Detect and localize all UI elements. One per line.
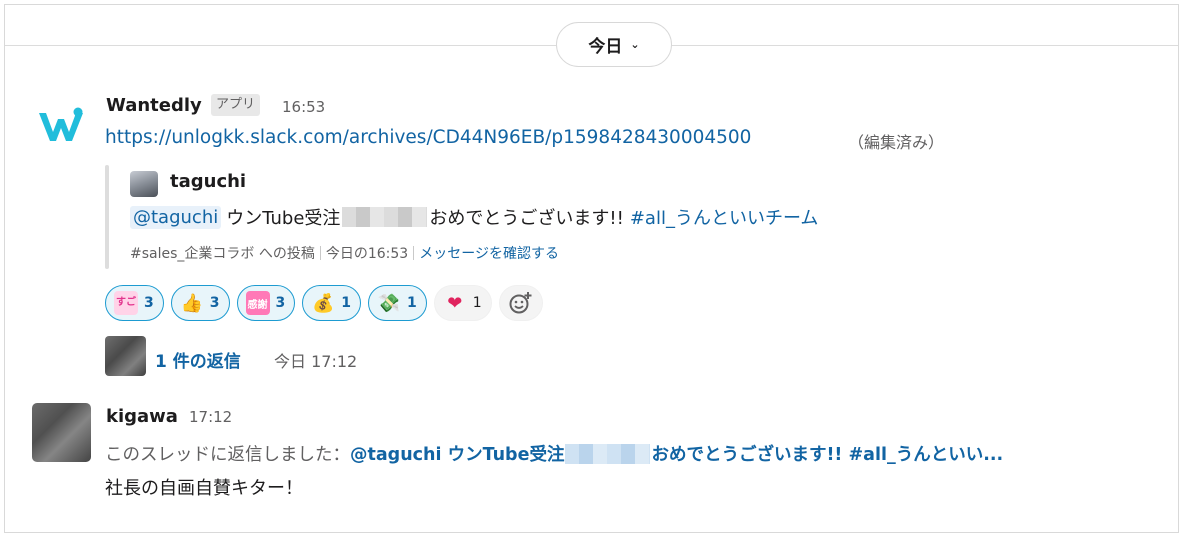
archive-link[interactable]: https://unlogkk.slack.com/archives/CD44N…	[105, 127, 751, 148]
date-label: 今日	[588, 37, 623, 57]
thread-broadcast-line: このスレッドに返信しました： @taguchi ウンTube受注 おめでとうござ…	[105, 441, 1003, 466]
mention-taguchi[interactable]: @taguchi	[130, 205, 222, 229]
quoted-parent-after[interactable]: おめでとうございます!! #all_うんといい...	[651, 441, 1003, 466]
message-timestamp[interactable]: 17:12	[189, 408, 232, 426]
reaction-heart[interactable]: ❤ 1	[433, 285, 492, 321]
redacted-text	[565, 443, 651, 464]
app-badge: アプリ	[211, 94, 261, 116]
footer-separator	[413, 246, 415, 260]
thread-reply-link[interactable]: 1 件の返信	[155, 347, 241, 372]
reaction-count: 1	[472, 295, 482, 311]
reaction-bar: すご 3 👍 3 感謝 3 💰 1 💸 1 ❤ 1	[105, 285, 543, 321]
attachment-author[interactable]: taguchi	[170, 171, 246, 192]
money-with-wings-icon: 💸	[377, 292, 401, 314]
attachment-text: @taguchi ウンTube受注 おめでとうございます!! #all_うんとい…	[130, 204, 818, 230]
reaction-count: 3	[144, 295, 154, 311]
reaction-count: 1	[341, 295, 351, 311]
reaction-count: 1	[407, 295, 417, 311]
quoted-parent-before[interactable]: @taguchi ウンTube受注	[350, 441, 564, 466]
reaction-thumbs-up[interactable]: 👍 3	[170, 285, 230, 321]
sender-name[interactable]: kigawa	[106, 406, 178, 427]
add-reaction-button[interactable]	[498, 285, 543, 321]
reaction-count: 3	[275, 295, 286, 311]
attachment-author-avatar	[130, 171, 158, 197]
thread-reply-time: 今日 17:12	[274, 352, 358, 371]
footer-channel[interactable]: #sales_企業コラボ への投稿	[130, 243, 315, 263]
attachment-text-before: ウンTube受注	[226, 208, 341, 229]
money-bag-icon: 💰	[312, 292, 335, 314]
avatar[interactable]	[32, 403, 91, 462]
reaction-money-bag[interactable]: 💰 1	[302, 285, 361, 321]
sugoi-emoji-icon: すご	[114, 291, 138, 315]
add-emoji-icon	[509, 292, 532, 314]
view-message-link[interactable]: メッセージを確認する	[419, 243, 559, 263]
reaction-count: 3	[209, 295, 220, 311]
footer-time[interactable]: 今日の16:53	[326, 243, 408, 263]
kansha-emoji-icon: 感謝	[245, 291, 270, 315]
attachment-bar	[105, 165, 109, 269]
reaction-kansha[interactable]: 感謝 3	[236, 285, 296, 321]
reaction-money-wings[interactable]: 💸 1	[368, 285, 427, 321]
reaction-sugoi[interactable]: すご 3	[105, 285, 164, 321]
message-body: 社長の自画自賛キター！	[105, 478, 303, 499]
thumbs-up-icon: 👍	[180, 292, 203, 314]
reply-prefix: このスレッドに返信しました：	[105, 445, 350, 465]
footer-separator	[319, 246, 321, 260]
message-pane: 今日 ⌄ Wantedly アプリ 16:53 https://unlogkk.…	[4, 4, 1179, 533]
channel-link-all[interactable]: #all_うんといいチーム	[630, 204, 819, 230]
heart-icon: ❤	[447, 292, 463, 314]
date-divider-button[interactable]: 今日 ⌄	[556, 22, 672, 67]
reply-avatar[interactable]	[105, 336, 146, 376]
redacted-text	[342, 207, 428, 227]
attachment-text-after: おめでとうございます!!	[429, 208, 624, 229]
attachment-footer: #sales_企業コラボ への投稿 今日の16:53 メッセージを確認する	[130, 243, 559, 263]
chevron-down-icon: ⌄	[630, 38, 640, 51]
message-timestamp[interactable]: 16:53	[282, 98, 325, 116]
wantedly-logo[interactable]	[33, 101, 89, 149]
edited-label: （編集済み）	[848, 133, 945, 152]
sender-name[interactable]: Wantedly	[106, 95, 202, 116]
